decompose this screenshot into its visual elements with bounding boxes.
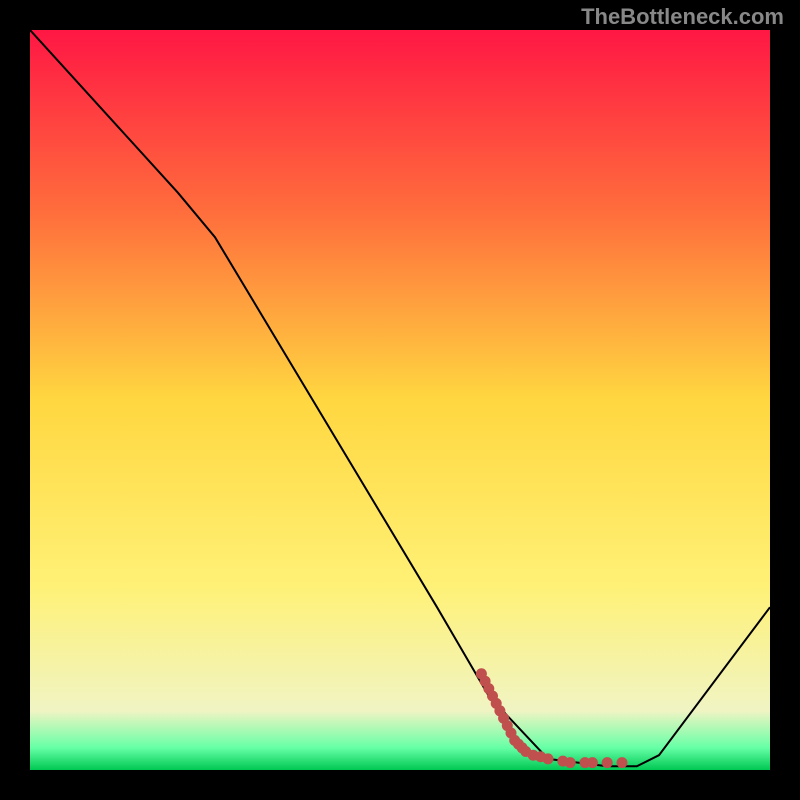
highlight-dot [587,757,598,768]
highlight-dot [543,753,554,764]
plot-area [30,30,770,770]
bottleneck-curve-line [30,30,770,766]
highlight-dot [617,757,628,768]
watermark-text: TheBottleneck.com [581,4,784,30]
chart-overlay [30,30,770,770]
highlight-dot [565,757,576,768]
highlight-markers [476,668,628,768]
highlight-dot [602,757,613,768]
